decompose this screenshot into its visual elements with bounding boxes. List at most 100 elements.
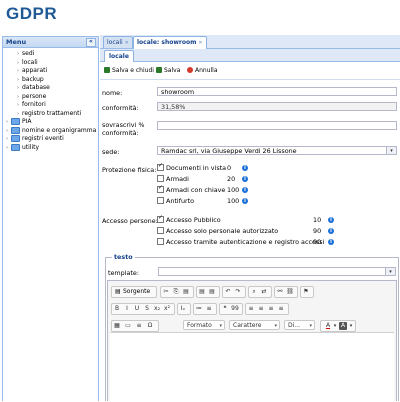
- menu-item[interactable]: › PIA: [3, 118, 98, 127]
- formato-select[interactable]: Formato ▾: [183, 320, 225, 330]
- checkbox-icon[interactable]: [157, 162, 164, 171]
- collapse-icon[interactable]: «: [86, 38, 96, 47]
- menu-item[interactable]: › nomine e organigramma: [3, 126, 98, 136]
- menu-item[interactable]: › locali: [3, 59, 98, 68]
- editor-tool-icon[interactable]: ≡: [135, 322, 143, 330]
- accesso-checkbox[interactable]: Accesso Pubblico: [157, 214, 221, 224]
- menu-item[interactable]: › registro trattamenti: [3, 110, 98, 119]
- accesso-checkbox[interactable]: Accesso solo personale autorizzato: [157, 227, 278, 235]
- source-button[interactable]: ▤ Sorgente: [111, 286, 157, 298]
- info-icon[interactable]: i: [242, 176, 248, 182]
- editor-tool-icon[interactable]: ≡: [267, 305, 275, 313]
- menu-item[interactable]: › sedi: [3, 50, 98, 59]
- editor-tool-icon[interactable]: x²: [163, 305, 171, 313]
- editor-tool-icon[interactable]: ▤: [182, 288, 190, 296]
- editor-content-area[interactable]: [110, 332, 394, 402]
- weight-value: 90: [313, 227, 322, 235]
- editor-tool-icon[interactable]: B: [113, 305, 121, 313]
- save-button[interactable]: Salva: [156, 66, 180, 76]
- editor-tool-icon[interactable]: ⇄: [260, 288, 268, 296]
- dimensione-select[interactable]: Di... ▾: [284, 320, 315, 330]
- editor-tool-icon[interactable]: ▦: [113, 322, 121, 330]
- menu-item[interactable]: › registri eventi: [3, 135, 98, 144]
- chevron-down-icon[interactable]: ▾: [331, 322, 339, 330]
- checkbox-icon[interactable]: [157, 214, 164, 223]
- editor-tool-icon[interactable]: ≡: [257, 305, 265, 313]
- menu-item[interactable]: › persone: [3, 93, 98, 102]
- menu-item[interactable]: › fornitori: [3, 101, 98, 110]
- info-icon[interactable]: i: [328, 228, 334, 234]
- tab-locali[interactable]: locali ✕: [103, 36, 133, 48]
- editor-tool-icon[interactable]: ❝: [221, 305, 229, 313]
- bg-color-button[interactable]: A: [339, 322, 347, 330]
- editor-tool-icon[interactable]: ⌕: [250, 288, 258, 296]
- editor-tool-icon[interactable]: ≡: [277, 305, 285, 313]
- editor-tool-icon[interactable]: ✂: [162, 288, 170, 296]
- info-icon[interactable]: i: [242, 165, 248, 171]
- chevron-down-icon[interactable]: ▾: [385, 268, 395, 275]
- sede-select[interactable]: Ramdac srl, via Giuseppe Verdi 26 Lisson…: [157, 146, 397, 155]
- editor-tool-icon[interactable]: x₂: [153, 305, 161, 313]
- conformita-label: conformità:: [102, 104, 139, 112]
- menu-item[interactable]: › backup: [3, 76, 98, 85]
- info-icon[interactable]: i: [328, 239, 334, 245]
- close-icon[interactable]: ✕: [125, 40, 129, 46]
- dimensione-label: Di...: [288, 322, 301, 329]
- protezione-checkbox[interactable]: Documenti in vista: [157, 162, 226, 172]
- editor-tool-icon[interactable]: ≔: [195, 305, 203, 313]
- menu-item[interactable]: › utility: [3, 143, 98, 153]
- save-icon: [104, 67, 110, 73]
- checkbox-icon[interactable]: [157, 227, 164, 234]
- checkbox-label: Antifurto: [166, 197, 195, 205]
- editor-tool-icon[interactable]: ⎘: [172, 288, 180, 296]
- save-close-button[interactable]: Salva e chiudi: [104, 66, 154, 76]
- protezione-checkbox[interactable]: Armadi: [157, 175, 189, 183]
- editor-tool-icon[interactable]: ⚯: [276, 288, 284, 296]
- info-icon[interactable]: i: [242, 198, 248, 204]
- menu-panel: Menu « › sedi › locali › apparati › backup › data…: [2, 36, 99, 401]
- chevron-down-icon[interactable]: ▾: [386, 147, 396, 154]
- editor-tool-icon[interactable]: ⚑: [302, 288, 310, 296]
- checkbox-icon[interactable]: [157, 184, 164, 193]
- info-icon[interactable]: i: [328, 217, 334, 223]
- subtab-locale[interactable]: locale: [104, 50, 134, 62]
- accesso-checkbox[interactable]: Accesso tramite autenticazione e registr…: [157, 238, 324, 246]
- editor-tool-icon[interactable]: ⛓: [286, 288, 294, 296]
- cancel-button[interactable]: Annulla: [187, 66, 218, 76]
- menu-item[interactable]: › database: [3, 84, 98, 93]
- editor-tool-icon[interactable]: ▤: [208, 288, 216, 296]
- close-icon[interactable]: ✕: [198, 40, 202, 46]
- editor-tool-icon[interactable]: Iₓ: [179, 305, 187, 313]
- editor-tool-icon[interactable]: U: [133, 305, 141, 313]
- nome-field[interactable]: showroom: [157, 87, 397, 96]
- editor-tool-icon[interactable]: ▤: [198, 288, 206, 296]
- carattere-select[interactable]: Carattere ▾: [229, 320, 280, 330]
- editor-tool-icon[interactable]: ≡: [205, 305, 213, 313]
- chevron-down-icon[interactable]: ▾: [347, 322, 355, 330]
- editor-tool-icon[interactable]: ↶: [224, 288, 232, 296]
- save-close-label: Salva e chiudi: [112, 67, 154, 74]
- folder-icon: [11, 143, 20, 151]
- editor-tool-icon[interactable]: 99: [231, 305, 239, 313]
- menu-item-label: registri eventi: [22, 135, 64, 142]
- editor-tool-icon[interactable]: S: [143, 305, 151, 313]
- subtab-bar: locale: [100, 49, 400, 62]
- editor-tool-icon[interactable]: I: [123, 305, 131, 313]
- editor-tool-icon[interactable]: Ω: [146, 322, 154, 330]
- info-icon[interactable]: i: [242, 187, 248, 193]
- checkbox-icon[interactable]: [157, 238, 164, 245]
- editor-tool-icon[interactable]: ≡: [247, 305, 255, 313]
- menu-item-label: apparati: [22, 67, 48, 74]
- sovrascrivi-field[interactable]: [157, 121, 397, 130]
- checkbox-label: Accesso tramite autenticazione e registr…: [166, 238, 325, 246]
- protezione-checkbox[interactable]: Antifurto: [157, 197, 194, 205]
- checkbox-icon[interactable]: [157, 175, 164, 182]
- tab-locale-showroom[interactable]: locale: showroom ✕: [133, 36, 207, 49]
- editor-tool-icon[interactable]: ↷: [234, 288, 242, 296]
- checkbox-icon[interactable]: [157, 197, 164, 204]
- protezione-checkbox[interactable]: Armadi con chiave: [157, 184, 225, 194]
- menu-item[interactable]: › apparati: [3, 67, 98, 76]
- editor-tool-icon[interactable]: ▭: [124, 322, 132, 330]
- template-select[interactable]: ▾: [158, 267, 396, 276]
- menu-item-label: utility: [22, 143, 40, 151]
